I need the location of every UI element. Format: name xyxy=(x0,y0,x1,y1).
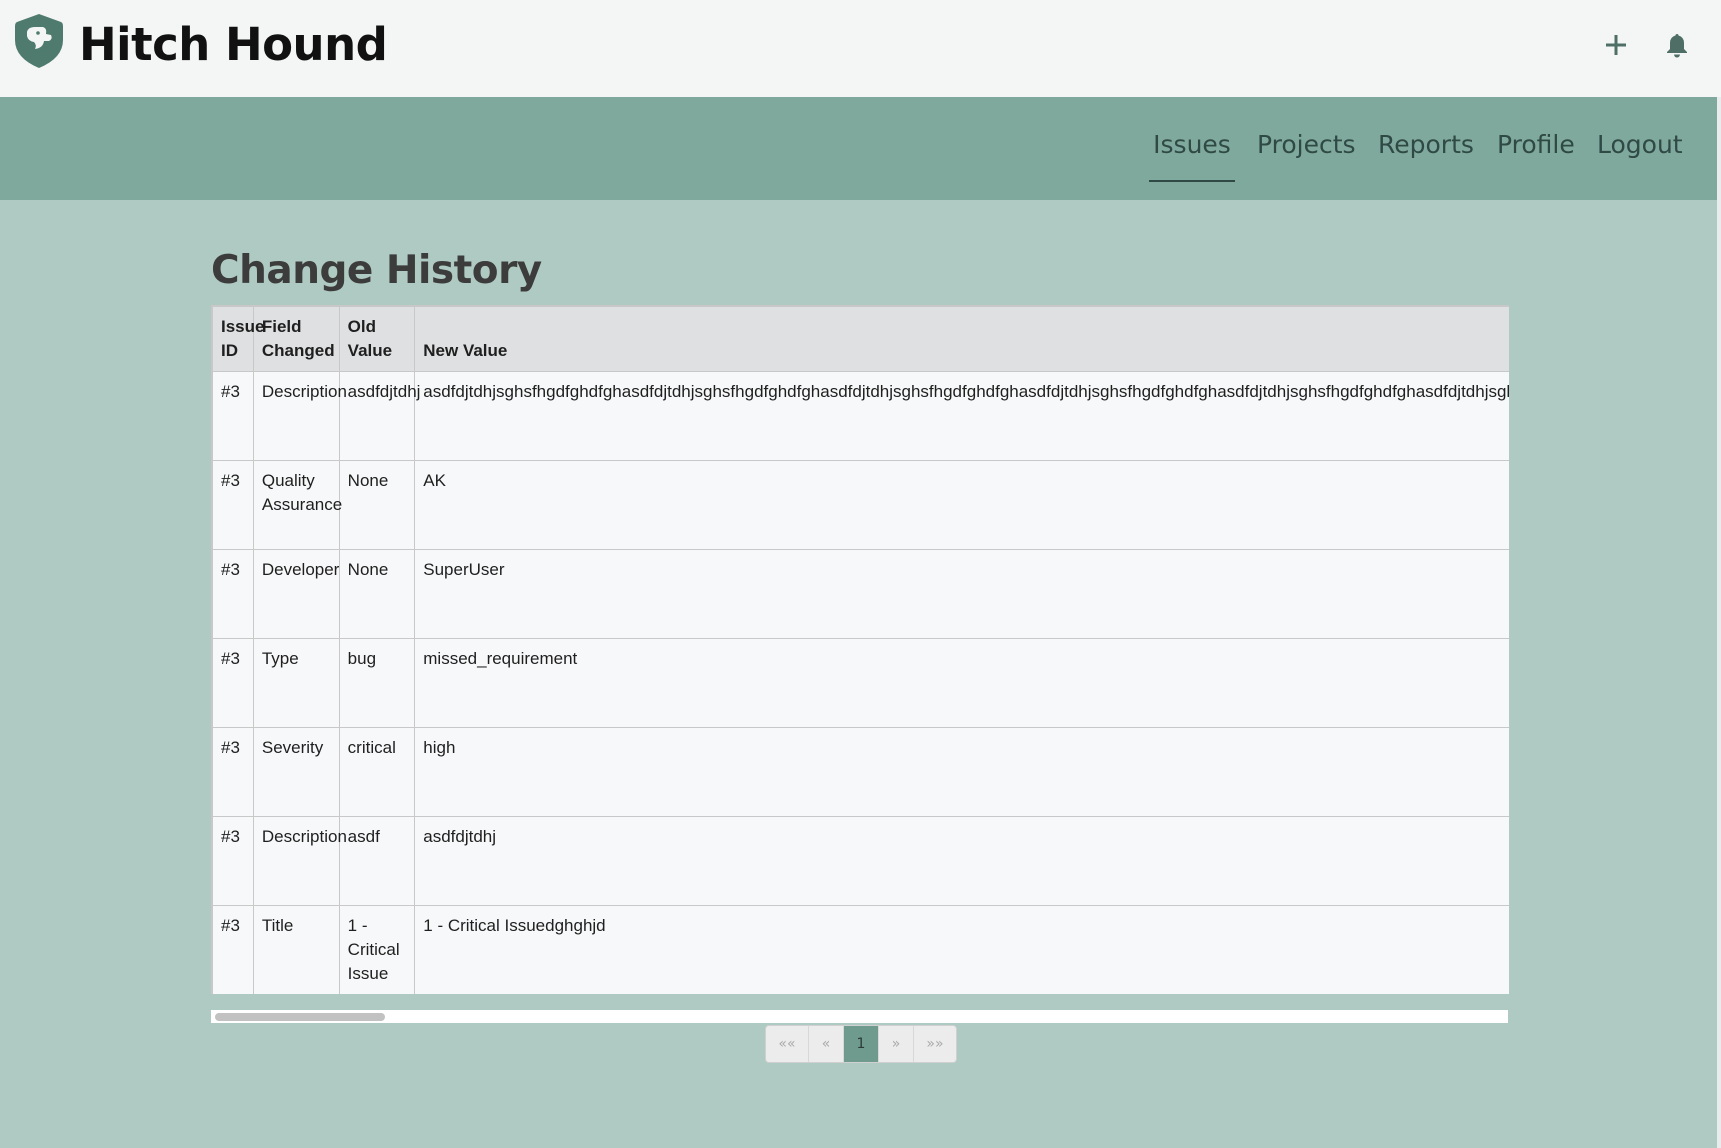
cell-field-changed: Description xyxy=(252,816,347,906)
cell-new-value: AK xyxy=(414,460,1509,550)
cell-old-value: asdf xyxy=(338,816,416,906)
cell-old-value: None xyxy=(338,460,416,550)
cell-field-changed: Title xyxy=(252,905,340,994)
table-row: #3 Title 1 - Critical Issue 1 - Critical… xyxy=(212,905,1509,994)
top-bar: Hitch Hound xyxy=(0,0,1721,97)
page-title: Change History xyxy=(211,248,542,293)
last-page-button[interactable]: »» xyxy=(914,1026,956,1062)
cell-issue-id: #3 xyxy=(212,638,254,728)
cell-old-value: critical xyxy=(338,727,416,817)
cell-issue-id: #3 xyxy=(212,816,254,906)
plus-icon[interactable] xyxy=(1599,28,1633,62)
header-old-value[interactable]: Old Value xyxy=(338,306,416,372)
header-field-changed[interactable]: Field Changed xyxy=(252,306,340,372)
header-new-value[interactable]: New Value xyxy=(414,306,1509,372)
nav-profile[interactable]: Profile xyxy=(1497,130,1575,180)
cell-issue-id: #3 xyxy=(212,549,254,639)
table-horizontal-scrollbar[interactable] xyxy=(211,1010,1508,1023)
table-row: #3 Type bug missed_requirement xyxy=(212,638,1509,728)
cell-issue-id: #3 xyxy=(212,905,254,994)
window-edge xyxy=(1717,97,1721,1148)
cell-new-value: missed_requirement xyxy=(414,638,1509,728)
cell-new-value: asdfdjtdhj xyxy=(414,816,1509,906)
cell-field-changed: Description xyxy=(252,371,347,461)
nav-issues[interactable]: Issues xyxy=(1149,130,1235,182)
pagination: «« « 1 » »» xyxy=(765,1025,957,1063)
first-page-button[interactable]: «« xyxy=(766,1026,809,1062)
cell-old-value: bug xyxy=(338,638,416,728)
cell-new-value: asdfdjtdhjsghsfhgdfghdfghasdfdjtdhjsghsf… xyxy=(414,371,1509,461)
scrollbar-thumb[interactable] xyxy=(215,1013,385,1021)
cell-old-value: 1 - Critical Issue xyxy=(338,905,416,994)
cell-field-changed: Type xyxy=(252,638,340,728)
cell-old-value: None xyxy=(338,549,416,639)
cell-new-value: SuperUser xyxy=(414,549,1509,639)
page-1-button[interactable]: 1 xyxy=(844,1026,879,1062)
table-row: #3 Developer None SuperUser xyxy=(212,549,1509,639)
cell-old-value: asdfdjtdhj xyxy=(338,371,420,461)
table-row: #3 Quality Assurance None AK xyxy=(212,460,1509,550)
brand-name[interactable]: Hitch Hound xyxy=(79,14,388,76)
cell-issue-id: #3 xyxy=(212,460,254,550)
nav-projects[interactable]: Projects xyxy=(1257,130,1356,180)
table-row: #3 Description asdfdjtdhj asdfdjtdhjsghs… xyxy=(212,371,1509,461)
cell-field-changed: Developer xyxy=(252,549,340,639)
cell-new-value: 1 - Critical Issuedghghjd xyxy=(414,905,1509,994)
bell-icon[interactable] xyxy=(1660,28,1694,62)
cell-field-changed: Quality Assurance xyxy=(252,460,342,550)
cell-issue-id: #3 xyxy=(212,371,254,461)
cell-field-changed: Severity xyxy=(252,727,340,817)
cell-new-value: high xyxy=(414,727,1509,817)
table-header-row: Issue ID Field Changed Old Value New Val… xyxy=(212,306,1509,372)
table-row: #3 Description asdf asdfdjtdhj xyxy=(212,816,1509,906)
shield-dog-icon[interactable] xyxy=(13,12,65,70)
next-page-button[interactable]: » xyxy=(879,1026,914,1062)
change-history-table: Issue ID Field Changed Old Value New Val… xyxy=(212,306,1509,994)
main-navbar: Issues Projects Reports Profile Logout xyxy=(0,97,1721,200)
table-row: #3 Severity critical high xyxy=(212,727,1509,817)
cell-issue-id: #3 xyxy=(212,727,254,817)
nav-reports[interactable]: Reports xyxy=(1378,130,1474,180)
change-history-table-container[interactable]: Issue ID Field Changed Old Value New Val… xyxy=(211,305,1509,994)
nav-logout[interactable]: Logout xyxy=(1597,130,1683,180)
header-issue-id[interactable]: Issue ID xyxy=(212,306,264,372)
prev-page-button[interactable]: « xyxy=(809,1026,844,1062)
